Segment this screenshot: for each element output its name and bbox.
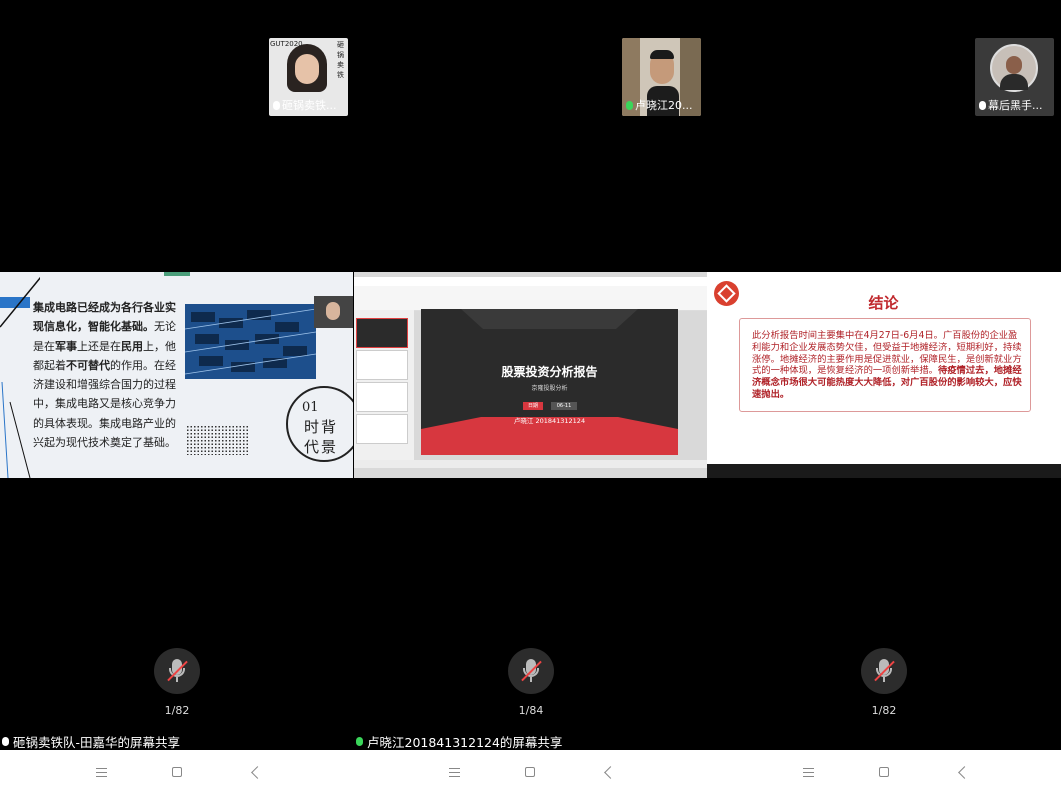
- chip-illustration: [185, 304, 316, 379]
- slide-decoration: [421, 309, 678, 455]
- page-counter-2: 1/84: [518, 704, 544, 717]
- home-icon[interactable]: [525, 767, 535, 777]
- back-icon[interactable]: [958, 766, 971, 779]
- slide-body-text: 集成电路已经成为各行各业实现信息化，智能化基础。无论是在军事上还是在民用上，他都…: [33, 301, 176, 450]
- mic-icon: [273, 100, 280, 110]
- sharer-label-2: 卢晓江201841312124的屏幕共享: [356, 732, 562, 751]
- video-panel-3: 幕后黑手... 结论 此分析报告时间主要集中在4月27日-6月4日。广百股份的企…: [707, 0, 1061, 750]
- slide-thumb[interactable]: [356, 382, 408, 412]
- screen-share-1[interactable]: 集成电路已经成为各行各业实现信息化，智能化基础。无论是在军事上还是在民用上，他都…: [0, 272, 353, 478]
- dot-pattern: [186, 425, 250, 455]
- avatar: [990, 44, 1038, 92]
- slide-title: 结论: [868, 294, 899, 312]
- slide-tag-date: 日期: [523, 402, 543, 410]
- mic-active-icon: [356, 737, 363, 746]
- back-icon[interactable]: [251, 766, 264, 779]
- slide-footer: [707, 464, 1061, 478]
- mute-button-1[interactable]: [154, 648, 200, 694]
- participant-name-1: 砸锅卖铁...: [273, 97, 346, 113]
- mute-button-3[interactable]: [861, 648, 907, 694]
- screen-share-3[interactable]: 结论 此分析报告时间主要集中在4月27日-6月4日。广百股份的企业盈利能力和企业…: [707, 272, 1061, 478]
- circuit-chip-image: [185, 304, 316, 379]
- main-slide: 股票投资分析报告 京隆投股分析 日期 06-11 卢晓江 20184131212…: [421, 309, 678, 455]
- mic-active-icon: [626, 100, 633, 110]
- page-counter-1: 1/82: [164, 704, 190, 717]
- slide-title: 股票投资分析报告: [501, 365, 598, 379]
- participant-name-3: 幕后黑手...: [979, 97, 1052, 113]
- mute-button-2[interactable]: [508, 648, 554, 694]
- back-icon[interactable]: [604, 766, 617, 779]
- sharer-label-1: 砸锅卖铁队-田嘉华的屏幕共享: [2, 732, 180, 751]
- screen-share-2[interactable]: 股票投资分析报告 京隆投股分析 日期 06-11 卢晓江 20184131212…: [354, 272, 707, 478]
- slide-thumb[interactable]: [356, 318, 408, 348]
- video-panel-2: 卢晓江20... 股票投资分析报告 京隆投股分析 日期 06-11 卢晓江 20…: [354, 0, 707, 750]
- slide-tag-value: 06-11: [551, 402, 577, 410]
- system-navigation-bar: [0, 750, 1061, 795]
- app-statusbar: [354, 460, 707, 468]
- slide-thumb[interactable]: [356, 350, 408, 380]
- app-titlebar: [354, 277, 707, 286]
- thumb-overlay-text-2: 砸锅卖铁: [337, 41, 344, 79]
- slide-author: 卢晓江 201841312124: [513, 417, 586, 425]
- presenter-mini-video: [314, 296, 353, 328]
- mic-icon: [2, 737, 9, 746]
- thumb-overlay-text: GUT2020: [270, 40, 303, 48]
- participant-1-face: [295, 54, 319, 84]
- menu-icon[interactable]: [803, 768, 814, 777]
- conclusion-text: 此分析报告时间主要集中在4月27日-6月4日。广百股份的企业盈利能力和企业发展态…: [752, 330, 1022, 400]
- slide-subtitle: 京隆投股分析: [531, 385, 568, 392]
- page-counter-3: 1/82: [871, 704, 897, 717]
- menu-icon[interactable]: [449, 768, 460, 777]
- slide-tab-marker: [164, 272, 190, 276]
- slide-thumb[interactable]: [356, 414, 408, 444]
- participant-thumbnail-3[interactable]: 幕后黑手...: [975, 38, 1054, 116]
- video-panel-1: GUT2020 砸锅卖铁 砸锅卖铁... 集成电路已经成为各行各业实现信息化，智…: [0, 0, 353, 750]
- mic-icon: [979, 100, 986, 110]
- slide-thumbnail-pane: [354, 310, 414, 460]
- home-icon[interactable]: [172, 767, 182, 777]
- participant-thumbnail-1[interactable]: GUT2020 砸锅卖铁 砸锅卖铁...: [269, 38, 348, 116]
- participant-name-2: 卢晓江20...: [626, 97, 699, 113]
- section-circle: 01 时背 代景: [286, 386, 353, 462]
- home-icon[interactable]: [879, 767, 889, 777]
- participant-thumbnail-2[interactable]: 卢晓江20...: [622, 38, 701, 116]
- app-ribbon-toolbar: [354, 286, 707, 311]
- menu-icon[interactable]: [96, 768, 107, 777]
